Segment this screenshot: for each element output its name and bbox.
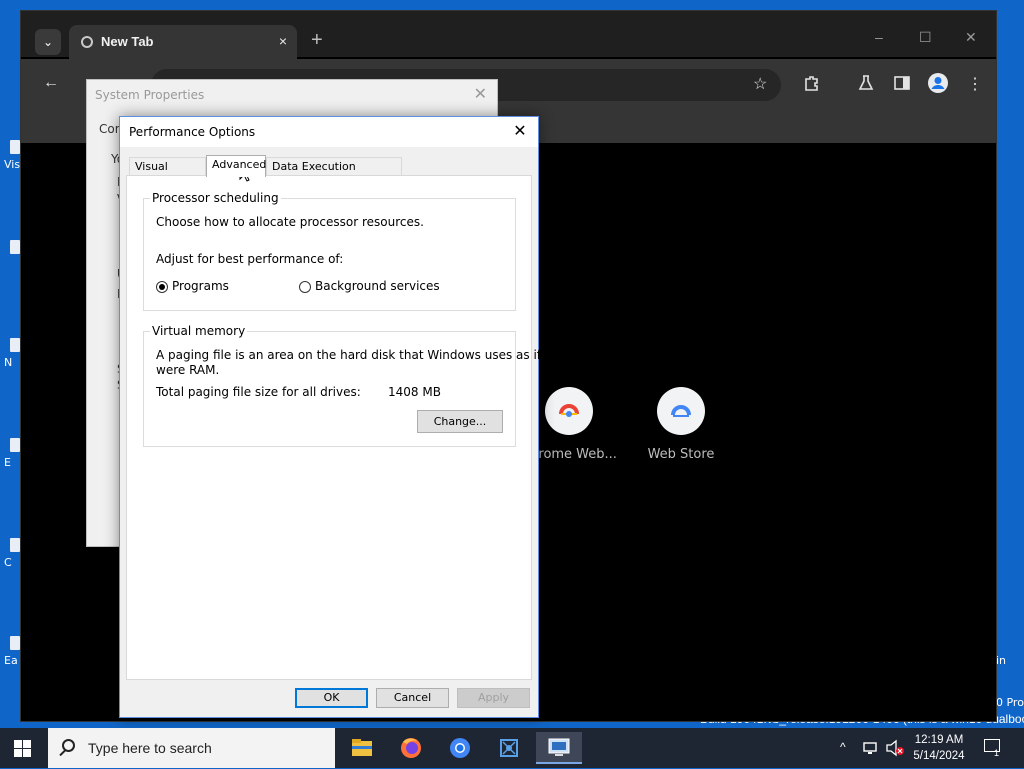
firefox-icon[interactable] [391, 732, 431, 764]
processor-description: Choose how to allocate processor resourc… [156, 215, 424, 229]
adjust-label: Adjust for best performance of: [156, 252, 344, 266]
cancel-button[interactable]: Cancel [376, 688, 449, 708]
desktop-icon-label[interactable]: Ea [4, 654, 18, 667]
desktop-icon-label[interactable]: Vis [4, 158, 20, 171]
globe-icon [81, 36, 93, 48]
search-icon [62, 739, 75, 752]
menu-icon[interactable]: ⋮ [967, 74, 983, 94]
chrome-titlebar: ⌄ New Tab × + – ☐ ✕ [21, 11, 996, 59]
chevron-up-icon[interactable]: ^ [840, 740, 846, 754]
system-properties-app-icon[interactable] [536, 732, 582, 764]
desktop-right-fragment: in [996, 654, 1007, 667]
chevron-down-icon: ⌄ [42, 35, 54, 49]
desktop-icon-label[interactable]: C [4, 556, 12, 569]
window-title: System Properties [95, 88, 205, 102]
tab-close-icon[interactable]: × [279, 33, 287, 49]
desktop-icon-label[interactable]: N [4, 356, 12, 369]
desktop-icon[interactable] [10, 438, 20, 452]
taskbar-search-box[interactable]: Type here to search [48, 728, 335, 768]
network-app-icon[interactable] [489, 732, 529, 764]
back-icon[interactable]: ← [43, 74, 59, 92]
clock-date: 5/14/2024 [913, 750, 965, 762]
extensions-icon[interactable] [803, 74, 821, 92]
side-panel-icon[interactable] [893, 74, 911, 92]
tab-title: New Tab [101, 34, 154, 49]
taskbar: Type here to search ^ 12:19 AM 5/14/2024… [0, 728, 1024, 768]
tab-data-execution-prevention[interactable]: Data Execution Prevention [266, 157, 402, 191]
desktop-icon[interactable] [10, 338, 20, 352]
programs-radio[interactable] [156, 281, 168, 293]
network-icon[interactable] [862, 740, 880, 756]
web-store-icon [657, 387, 705, 435]
advanced-tab-panel: Processor scheduling Choose how to alloc… [126, 175, 553, 680]
background-services-radio[interactable] [299, 281, 311, 293]
search-placeholder: Type here to search [88, 740, 212, 756]
desktop-edition-fragment: 0 Pro [996, 696, 1024, 709]
desktop-icon[interactable] [10, 636, 20, 650]
paging-total-value: 1408 MB [388, 385, 441, 399]
shortcut-web-store[interactable]: Web Store [631, 387, 731, 462]
file-explorer-icon[interactable] [342, 732, 382, 764]
dialog-title: Performance Options [129, 125, 256, 139]
virtual-memory-group: Virtual memory A paging file is an area … [143, 324, 553, 447]
programs-label[interactable]: Programs [172, 279, 229, 293]
windows-start-icon[interactable] [14, 740, 32, 758]
virtual-memory-description-line1: A paging file is an area on the hard dis… [156, 348, 553, 362]
shortcut-label: Web Store [647, 447, 715, 462]
background-services-label[interactable]: Background services [315, 279, 440, 293]
tab-visual-effects[interactable]: Visual Effects [129, 157, 206, 191]
close-icon[interactable]: ✕ [474, 84, 487, 104]
tab-new-tab[interactable]: New Tab × [69, 25, 297, 59]
maximize-button[interactable]: ☐ [919, 29, 932, 46]
star-icon[interactable]: ☆ [753, 74, 767, 94]
new-tab-button[interactable]: + [311, 29, 323, 52]
tab-advanced[interactable]: Advanced [206, 155, 266, 177]
dialog-titlebar: Performance Options ✕ [120, 117, 538, 147]
group-legend: Processor scheduling [150, 191, 281, 205]
group-legend: Virtual memory [150, 324, 248, 338]
apply-button[interactable]: Apply [457, 688, 530, 708]
change-button[interactable]: Change... [417, 410, 503, 433]
tab-search-button[interactable]: ⌄ [35, 29, 61, 55]
labs-icon[interactable] [857, 74, 875, 92]
desktop-icon[interactable] [10, 538, 20, 552]
desktop-icon-label[interactable]: E [4, 456, 11, 469]
close-window-button[interactable]: ✕ [965, 29, 977, 46]
minimize-button[interactable]: – [875, 29, 883, 45]
notification-count: 1 [994, 748, 1000, 758]
performance-options-dialog: Performance Options ✕ Visual Effects Adv… [119, 116, 553, 718]
clock-time: 12:19 AM [914, 734, 964, 746]
close-icon[interactable]: ✕ [510, 121, 530, 140]
processor-scheduling-group: Processor scheduling Choose how to alloc… [143, 191, 516, 311]
chrome-web-store-icon [545, 387, 593, 435]
chrome-icon[interactable] [440, 732, 480, 764]
tab-strip: Visual Effects Advanced Data Execution P… [126, 155, 532, 191]
paging-total-label: Total paging file size for all drives: [156, 385, 361, 399]
desktop-icon[interactable] [10, 240, 20, 254]
virtual-memory-description-line2: were RAM. [156, 363, 220, 377]
system-clock[interactable]: 12:19 AM 5/14/2024 [900, 732, 978, 764]
ok-button[interactable]: OK [295, 688, 368, 708]
profile-icon[interactable] [927, 72, 949, 94]
desktop-icon[interactable] [10, 140, 20, 154]
